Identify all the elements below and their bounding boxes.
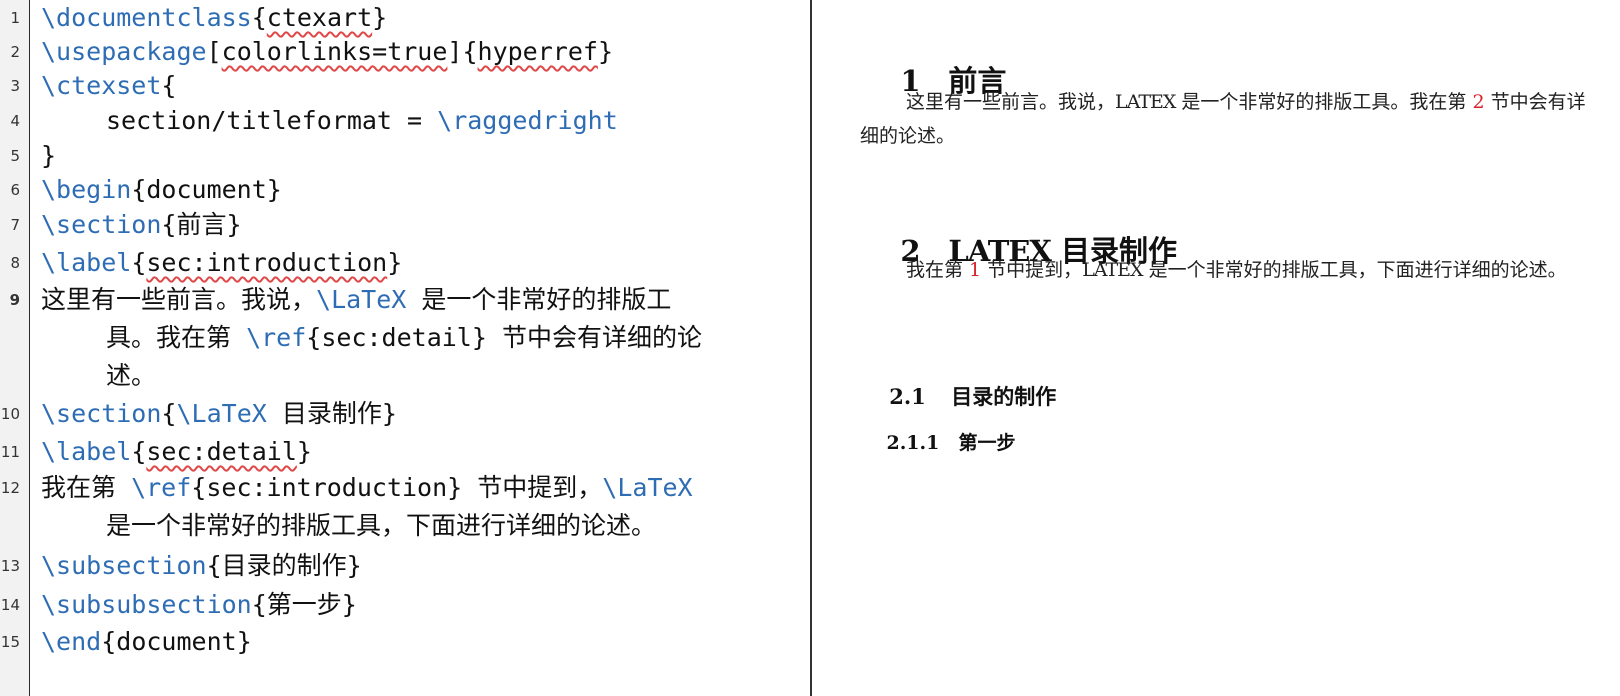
line-number: 10 <box>0 405 20 423</box>
code-line-8[interactable]: 8 \label{sec:introduction} <box>0 245 812 281</box>
line-number: 9 <box>9 291 20 309</box>
command: \subsubsection <box>41 590 252 619</box>
argument: document <box>146 175 267 204</box>
command: \documentclass <box>41 3 252 32</box>
command: \end <box>41 627 102 656</box>
line-number: 1 <box>10 9 20 27</box>
cross-reference-link[interactable]: 1 <box>969 259 981 281</box>
code-line-13[interactable]: 13 \subsection{目录的制作} <box>0 548 812 584</box>
line-number: 6 <box>10 181 20 199</box>
brace: { <box>161 71 177 100</box>
pdf-preview[interactable]: 1 前言 这里有一些前言。我说，LATEX 是一个非常好的排版工具。我在第 2 节… <box>812 0 1620 696</box>
command: \ctexset <box>41 71 162 100</box>
code-text: 述。 <box>106 361 157 390</box>
command: \label <box>41 437 132 466</box>
cross-reference-link[interactable]: 2 <box>1472 91 1484 113</box>
code-text: 是一个非常好的排版工具，下面进行详细的论述。 <box>106 511 657 540</box>
code-line-10[interactable]: 10 \section{\LaTeX 目录制作} <box>0 396 812 432</box>
line-number: 15 <box>0 633 20 651</box>
line-number: 14 <box>0 596 20 614</box>
argument: sec:detail <box>321 323 472 352</box>
paragraph-2: 我在第 1 节中提到，LATEX 是一个非常好的排版工具，下面进行详细的论述。 <box>860 253 1595 287</box>
argument: sec:introduction <box>146 248 388 277</box>
code-line-1[interactable]: 1 \documentclass{ctexart} <box>0 0 812 36</box>
line-number: 5 <box>10 147 20 165</box>
subsubsection-title: 第一步 <box>958 432 1016 454</box>
argument: 目录的制作 <box>221 551 347 580</box>
code-text: 是一个非常好的排版工 <box>406 285 672 314</box>
code-line-4[interactable]: 4 section/titleformat = \raggedright <box>0 103 812 139</box>
command: \LaTeX <box>316 285 407 314</box>
argument: sec:introduction <box>206 473 448 502</box>
subsubsection-number: 2.1.1 <box>886 432 940 454</box>
argument: hyperref <box>477 37 598 66</box>
argument: 第一步 <box>266 590 342 619</box>
argument: 前言 <box>176 210 227 239</box>
source-editor[interactable]: 1 \documentclass{ctexart} 2 \usepackage[… <box>0 0 812 696</box>
code-text: 目录制作} <box>266 399 397 428</box>
code-text: 具。我在第 <box>106 323 247 352</box>
code-line-14[interactable]: 14 \subsubsection{第一步} <box>0 587 812 623</box>
paragraph-1: 这里有一些前言。我说，LATEX 是一个非常好的排版工具。我在第 2 节中会有详… <box>860 85 1595 153</box>
argument: document <box>116 627 237 656</box>
line-number: 13 <box>0 557 20 575</box>
para-text: 节中提到， <box>981 259 1083 281</box>
section-heading-2: 2 LATEX 目录制作 <box>860 194 1177 304</box>
code-text: 节中提到， <box>462 473 603 502</box>
option: colorlinks=true <box>221 37 448 66</box>
command: \subsection <box>41 551 207 580</box>
code-line-15[interactable]: 15 \end{document} <box>0 624 812 660</box>
code-line-7[interactable]: 7 \section{前言} <box>0 207 812 243</box>
argument: ctexart <box>266 3 373 32</box>
code-text: 节中会有详细的论 <box>486 323 702 352</box>
code-text: 我在第 <box>41 473 132 502</box>
command: \label <box>41 248 132 277</box>
subsubsection-heading: 2.1.1 第一步 <box>860 406 1015 477</box>
code-line-5[interactable]: 5 } <box>0 138 812 174</box>
command: \LaTeX <box>176 399 267 428</box>
line-number: 3 <box>10 77 20 95</box>
code-line-3[interactable]: 3 \ctexset{ <box>0 68 812 104</box>
line-number: 11 <box>0 443 20 461</box>
code-text: 这里有一些前言。我说， <box>41 285 317 314</box>
command: \LaTeX <box>602 473 693 502</box>
line-number: 12 <box>0 479 20 497</box>
latex-logo: LATEX <box>1082 259 1143 281</box>
code-line-12[interactable]: 12 我在第 \ref{sec:introduction} 节中提到，\LaTe… <box>0 470 812 546</box>
code-line-6[interactable]: 6 \begin{document} <box>0 172 812 208</box>
code-line-9[interactable]: 9 这里有一些前言。我说，\LaTeX 是一个非常好的排版工 具。我在第 \re… <box>0 282 812 398</box>
command: \ref <box>246 323 307 352</box>
para-text: 是一个非常好的排版工具，下面进行详细的论述。 <box>1142 259 1567 281</box>
line-number: 8 <box>10 254 20 272</box>
line-number: 2 <box>10 43 20 61</box>
command: \section <box>41 210 162 239</box>
para-text: 这里有一些前言。我说， <box>906 91 1116 113</box>
latex-logo: LATEX <box>1115 91 1176 113</box>
para-text: 是一个非常好的排版工具。我在第 <box>1175 91 1473 113</box>
para-text: 我在第 <box>906 259 970 281</box>
command: \usepackage <box>41 37 207 66</box>
code-text: } <box>41 141 57 170</box>
command: \raggedright <box>437 106 618 135</box>
argument: sec:detail <box>146 437 297 466</box>
code-text: section/titleformat = <box>106 106 438 135</box>
line-number: 7 <box>10 216 20 234</box>
code-line-2[interactable]: 2 \usepackage[colorlinks=true]{hyperref} <box>0 34 812 70</box>
command: \section <box>41 399 162 428</box>
command: \ref <box>131 473 192 502</box>
line-number: 4 <box>10 112 20 130</box>
command: \begin <box>41 175 132 204</box>
code-line-11[interactable]: 11 \label{sec:detail} <box>0 434 812 470</box>
